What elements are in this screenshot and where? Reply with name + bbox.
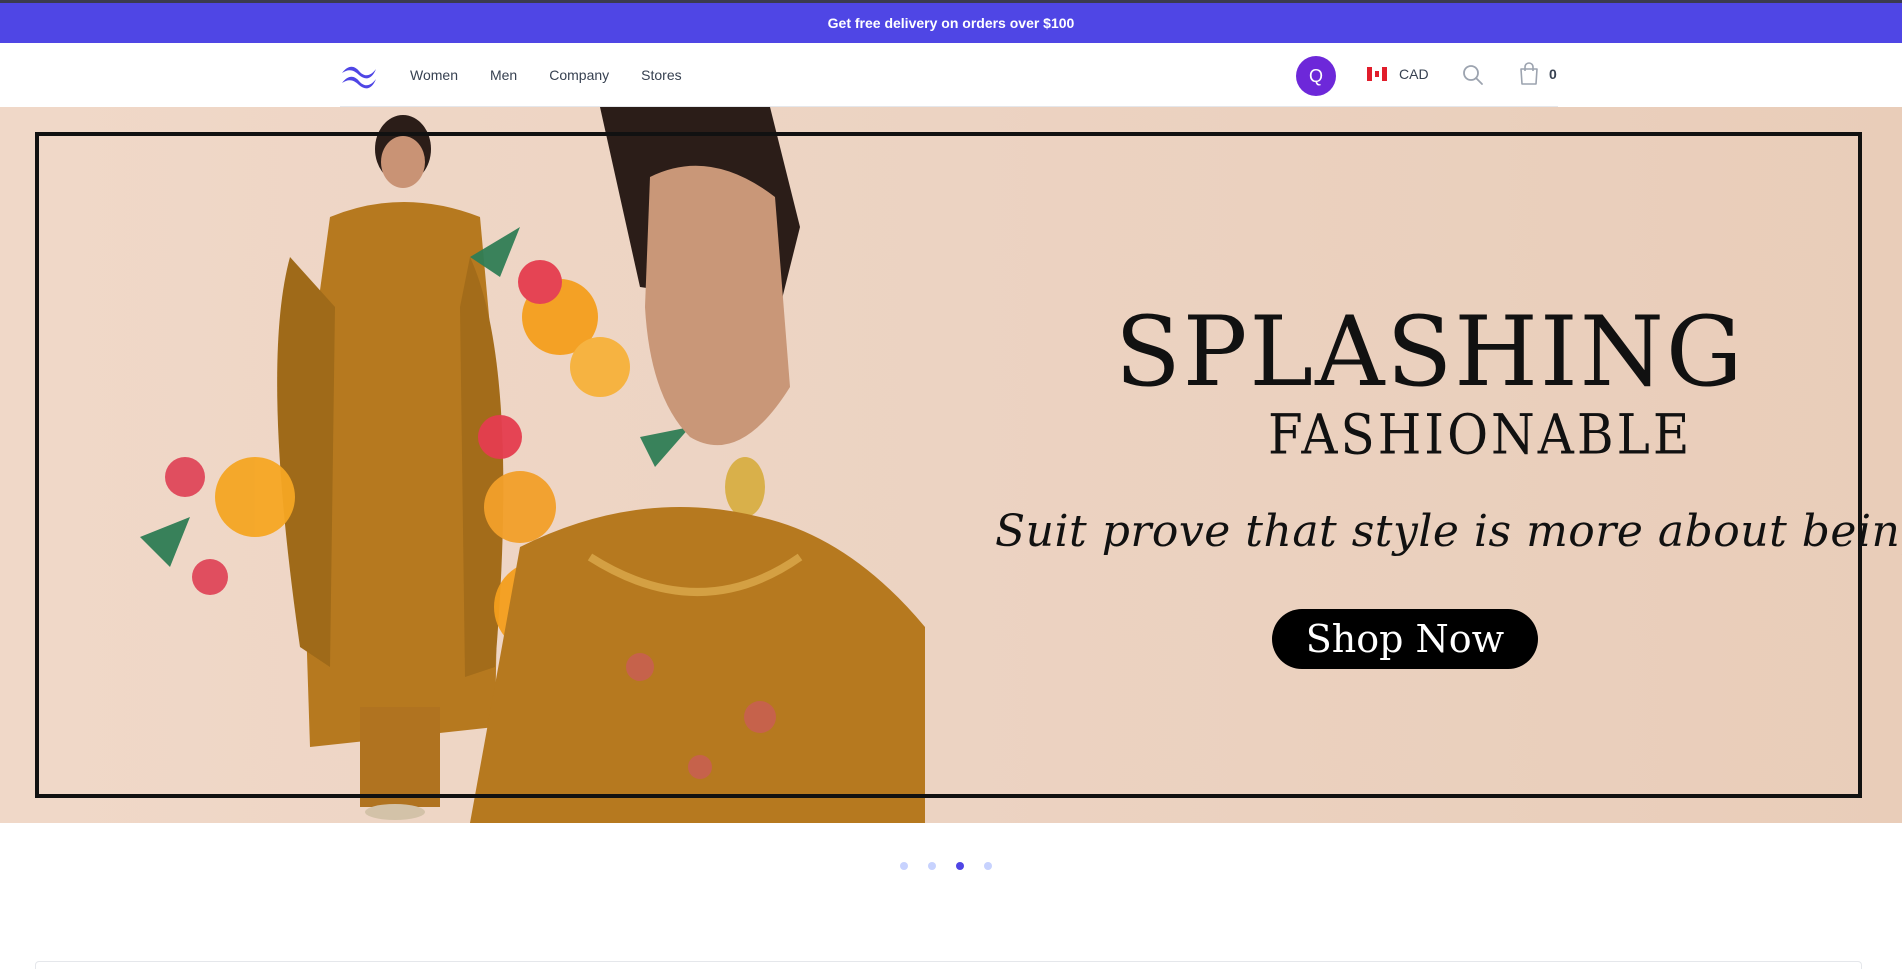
content-section xyxy=(35,961,1862,969)
nav-link-men[interactable]: Men xyxy=(490,66,517,84)
currency-selector[interactable]: CAD xyxy=(1367,66,1429,82)
hero-tagline: Suit prove that style is more about bein… xyxy=(995,506,1902,557)
profile-avatar-button[interactable]: Q xyxy=(1296,56,1336,96)
nav-link-company[interactable]: Company xyxy=(549,66,609,84)
carousel-dot[interactable] xyxy=(984,862,992,870)
hero-subheadline: FASHIONABLE xyxy=(1268,403,1693,467)
profile-initial: Q xyxy=(1308,65,1323,86)
hero-banner[interactable]: SPLASHING FASHIONABLE Suit prove that st… xyxy=(0,107,1902,823)
carousel-dot[interactable] xyxy=(956,862,964,870)
cart-button[interactable]: 0 xyxy=(1518,62,1557,86)
promo-text: Get free delivery on orders over $100 xyxy=(827,15,1075,31)
cart-count: 0 xyxy=(1549,66,1557,82)
hero-headline: SPLASHING xyxy=(1115,296,1745,408)
carousel-dot[interactable] xyxy=(928,862,936,870)
tailwind-logo-icon[interactable] xyxy=(340,63,378,89)
nav-link-stores[interactable]: Stores xyxy=(641,66,681,84)
shop-now-button[interactable]: Shop Now xyxy=(1272,609,1538,669)
nav-links: Women Men Company Stores xyxy=(410,66,714,84)
main-navigation xyxy=(0,43,1902,107)
shop-now-label: Shop Now xyxy=(1305,617,1505,661)
carousel-dot[interactable] xyxy=(900,862,908,870)
search-icon[interactable] xyxy=(1462,64,1484,86)
canada-flag-icon xyxy=(1367,67,1387,81)
shopping-bag-icon xyxy=(1520,62,1538,85)
currency-label: CAD xyxy=(1399,66,1429,82)
carousel-dots xyxy=(900,862,992,870)
promo-banner: Get free delivery on orders over $100 xyxy=(0,3,1902,43)
nav-link-women[interactable]: Women xyxy=(410,66,458,84)
